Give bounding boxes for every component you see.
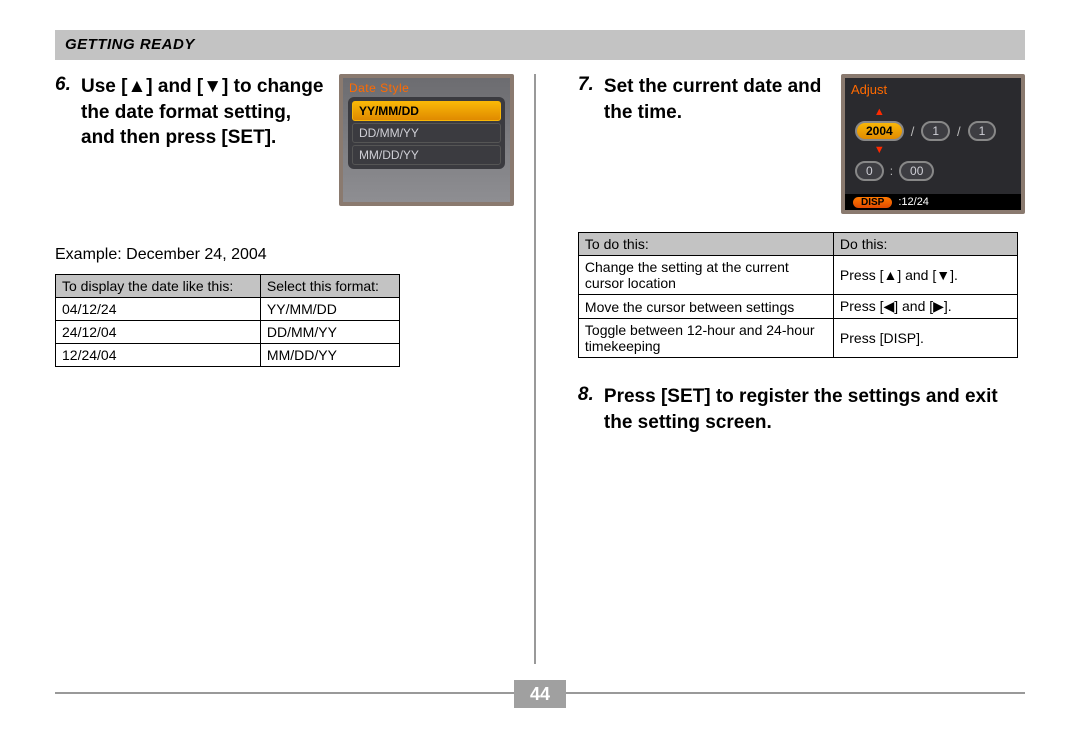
table-row: Move the cursor between settings Press [… xyxy=(578,295,1017,319)
adjust-title: Adjust xyxy=(845,78,1021,99)
column-divider xyxy=(534,74,536,664)
table-header: To display the date like this: xyxy=(56,275,261,298)
step-7: 7. Set the current date and the time. Ad… xyxy=(578,74,1025,214)
year-cell-wrap: ▲ 2004 ▼ xyxy=(855,121,904,141)
step-7-number: 7. xyxy=(578,74,604,214)
table-cell: Press [▲] and [▼]. xyxy=(833,256,1017,295)
adjust-footer: DISP :12/24 xyxy=(845,194,1021,210)
step-6-body: Use [▲] and [▼] to change the date forma… xyxy=(81,74,514,206)
table-cell: DD/MM/YY xyxy=(260,321,399,344)
table-cell: MM/DD/YY xyxy=(260,344,399,367)
minute-cell: 00 xyxy=(899,161,934,181)
table-row: 04/12/24 YY/MM/DD xyxy=(56,298,400,321)
table-row: 12/24/04 MM/DD/YY xyxy=(56,344,400,367)
right-column: 7. Set the current date and the time. Ad… xyxy=(546,74,1025,664)
table-cell: 12/24/04 xyxy=(56,344,261,367)
day-cell: 1 xyxy=(968,121,997,141)
adjust-date-row: ▲ 2004 ▼ / 1 / 1 xyxy=(855,121,1015,141)
controls-table: To do this: Do this: Change the setting … xyxy=(578,232,1018,358)
date-style-option-box: YY/MM/DD DD/MM/YY MM/DD/YY xyxy=(348,97,505,169)
separator: / xyxy=(911,124,915,139)
table-row: Change the setting at the current cursor… xyxy=(578,256,1017,295)
section-header: Getting Ready xyxy=(55,30,1025,60)
table-cell: Move the cursor between settings xyxy=(578,295,833,319)
step-7-text: Set the current date and the time. xyxy=(604,74,827,214)
step-6-text: Use [▲] and [▼] to change the date forma… xyxy=(81,74,325,206)
table-cell: Press [DISP]. xyxy=(833,319,1017,358)
separator: / xyxy=(957,124,961,139)
adjust-time-row: 0 : 00 xyxy=(855,161,1015,181)
disp-badge: DISP xyxy=(853,197,892,208)
month-cell: 1 xyxy=(921,121,950,141)
step-6: 6. Use [▲] and [▼] to change the date fo… xyxy=(55,74,514,206)
left-column: 6. Use [▲] and [▼] to change the date fo… xyxy=(55,74,534,664)
table-header: To do this: xyxy=(578,233,833,256)
table-cell: Press [◀] and [▶]. xyxy=(833,295,1017,319)
date-style-option: DD/MM/YY xyxy=(352,123,501,143)
triangle-up-icon: ▲ xyxy=(874,106,885,118)
date-style-option-selected: YY/MM/DD xyxy=(352,101,501,121)
table-cell: Toggle between 12-hour and 24-hour timek… xyxy=(578,319,833,358)
page-container: Getting Ready 6. Use [▲] and [▼] to chan… xyxy=(0,0,1080,730)
example-label: Example: December 24, 2004 xyxy=(55,246,514,264)
hour-cell: 0 xyxy=(855,161,884,181)
two-column-layout: 6. Use [▲] and [▼] to change the date fo… xyxy=(55,74,1025,664)
step-8: 8. Press [SET] to register the settings … xyxy=(578,384,1025,435)
separator: : xyxy=(890,164,893,178)
table-cell: 24/12/04 xyxy=(56,321,261,344)
table-row: Toggle between 12-hour and 24-hour timek… xyxy=(578,319,1017,358)
date-style-title: Date Style xyxy=(343,78,510,97)
table-header: Select this format: xyxy=(260,275,399,298)
section-header-title: Getting Ready xyxy=(65,36,195,53)
step-6-number: 6. xyxy=(55,74,81,206)
step-8-number: 8. xyxy=(578,384,604,435)
page-footer: 44 xyxy=(55,692,1025,708)
year-cell: 2004 xyxy=(855,121,904,141)
date-style-screenshot: Date Style YY/MM/DD DD/MM/YY MM/DD/YY xyxy=(339,74,514,206)
triangle-down-icon: ▼ xyxy=(874,144,885,156)
adjust-screenshot: Adjust ▲ 2004 ▼ / 1 / 1 xyxy=(841,74,1025,214)
table-cell: 04/12/24 xyxy=(56,298,261,321)
disp-value: :12/24 xyxy=(898,196,929,208)
table-row: 24/12/04 DD/MM/YY xyxy=(56,321,400,344)
date-style-option: MM/DD/YY xyxy=(352,145,501,165)
page-number: 44 xyxy=(514,680,566,708)
table-cell: Change the setting at the current cursor… xyxy=(578,256,833,295)
table-header: Do this: xyxy=(833,233,1017,256)
date-format-table: To display the date like this: Select th… xyxy=(55,274,400,367)
table-cell: YY/MM/DD xyxy=(260,298,399,321)
step-7-body: Set the current date and the time. Adjus… xyxy=(604,74,1025,214)
step-8-text: Press [SET] to register the settings and… xyxy=(604,384,1025,435)
